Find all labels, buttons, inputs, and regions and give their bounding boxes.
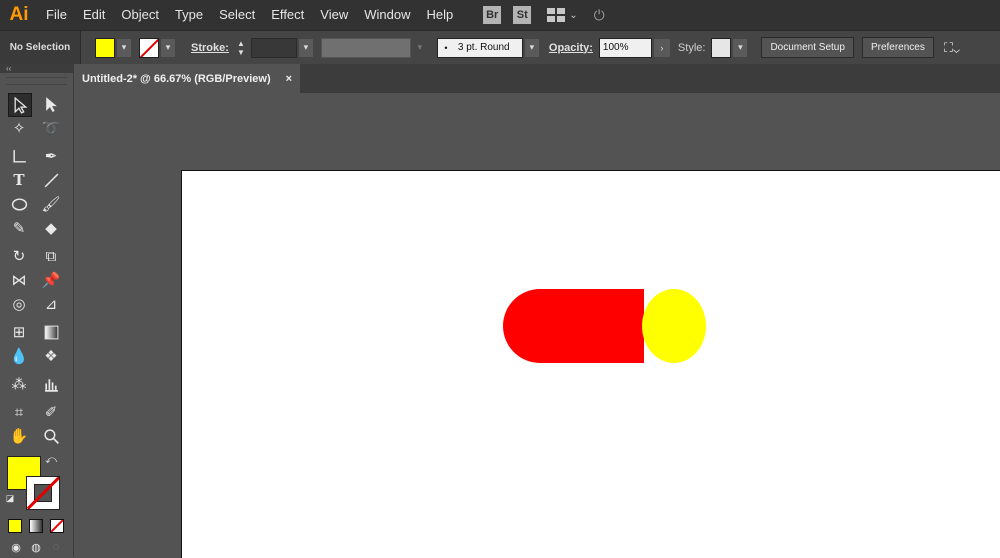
stroke-dropdown[interactable]: ▾ xyxy=(161,38,175,57)
style-dropdown[interactable]: ▾ xyxy=(733,38,748,57)
transform-options-icon[interactable]: ⛶⌄ xyxy=(944,40,960,56)
brush-definition-select[interactable]: • 3 pt. Round xyxy=(436,37,523,58)
cylinder-cap[interactable] xyxy=(642,289,706,363)
arrange-documents-icon[interactable] xyxy=(547,8,566,22)
scale-tool-icon[interactable]: ⧉ xyxy=(40,245,62,267)
stroke-weight-input[interactable] xyxy=(250,37,297,58)
default-fill-stroke-icon[interactable]: ◪ xyxy=(4,492,16,504)
pen-tool-icon[interactable]: ✒ xyxy=(40,145,62,167)
type-tool-icon[interactable]: T xyxy=(8,169,30,191)
artwork-layer xyxy=(503,289,706,363)
rotate-tool-icon[interactable]: ↻ xyxy=(8,245,30,267)
perspective-grid-tool-icon[interactable]: ⊿ xyxy=(40,293,62,315)
draw-normal-icon[interactable]: ◉ xyxy=(8,540,24,554)
artboard-tool-icon[interactable]: ⌗ xyxy=(8,401,30,423)
column-graph-tool-icon[interactable] xyxy=(40,373,62,395)
menu-edit[interactable]: Edit xyxy=(75,0,113,30)
fill-swatch[interactable] xyxy=(95,37,115,58)
style-label: Style: xyxy=(677,41,706,54)
menu-type[interactable]: Type xyxy=(167,0,211,30)
selection-status: No Selection xyxy=(0,31,81,64)
brush-value: 3 pt. Round xyxy=(457,42,510,53)
canvas-area[interactable] xyxy=(74,93,1000,558)
variable-width-dropdown[interactable]: ▾ xyxy=(413,39,427,57)
draw-behind-icon[interactable]: ◍ xyxy=(28,540,44,554)
selection-tool-icon[interactable] xyxy=(8,93,32,117)
puppet-warp-tool-icon[interactable]: 📌 xyxy=(40,269,62,291)
swap-fill-stroke-icon[interactable]: ⤺ xyxy=(44,453,58,467)
menu-view[interactable]: View xyxy=(312,0,356,30)
shape-builder-tool-icon[interactable]: ◎ xyxy=(8,293,30,315)
menu-effect[interactable]: Effect xyxy=(263,0,312,30)
chevron-down-icon[interactable]: ⌄ xyxy=(569,10,577,21)
control-bar: No Selection ▾ ▾ Stroke: ▲ ▼ ▾ ▾ • 3 pt. … xyxy=(0,30,1000,65)
symbol-sprayer-tool-icon[interactable]: ⁂ xyxy=(8,373,30,395)
direct-selection-tool-icon[interactable] xyxy=(40,93,62,115)
width-tool-icon[interactable]: ⋈ xyxy=(8,269,30,291)
draw-inside-icon[interactable]: ◌ xyxy=(48,540,64,554)
preferences-button[interactable]: Preferences xyxy=(861,37,934,58)
gradient-tool-icon[interactable] xyxy=(40,321,62,343)
slice-tool-icon[interactable]: ✐ xyxy=(40,401,62,423)
line-segment-tool-icon[interactable] xyxy=(40,169,62,191)
hand-tool-icon[interactable]: ✋ xyxy=(8,425,30,447)
menu-select[interactable]: Select xyxy=(211,0,263,30)
zoom-tool-icon[interactable] xyxy=(40,425,62,447)
ellipse-tool-icon[interactable] xyxy=(8,193,30,215)
artboard[interactable] xyxy=(181,170,1000,558)
document-tab-bar: Untitled-2* @ 66.67% (RGB/Preview) × xyxy=(74,64,1000,93)
brush-dropdown[interactable]: ▾ xyxy=(524,38,539,57)
tools-panel-collapse[interactable]: ‹‹ xyxy=(0,64,73,73)
document-setup-button[interactable]: Document Setup xyxy=(761,37,854,58)
eraser-tool-icon[interactable]: ◆ xyxy=(40,217,62,239)
menu-help[interactable]: Help xyxy=(418,0,461,30)
none-mode-button[interactable] xyxy=(50,519,64,533)
mesh-tool-icon[interactable]: ⊞ xyxy=(8,321,30,343)
stroke-color-swatch[interactable] xyxy=(26,476,60,510)
tools-panel: ‹‹ ✧ ➰ ✒ T 🖌 ✎ ◆ ↻ ⧉ ⋈ 📌 ◎ ⊿ ⊞ 💧 ❖ ⁂ ⌗ ✐… xyxy=(0,64,74,557)
stroke-swatch[interactable] xyxy=(139,37,159,58)
cylinder-body[interactable] xyxy=(503,289,644,363)
opacity-slider-toggle[interactable]: › xyxy=(653,38,670,57)
menu-bar: Ai File Edit Object Type Select Effect V… xyxy=(0,0,1000,30)
menu-object[interactable]: Object xyxy=(113,0,167,30)
close-icon[interactable]: × xyxy=(286,73,292,85)
magic-wand-tool-icon[interactable]: ✧ xyxy=(8,117,30,139)
stroke-weight-dropdown[interactable]: ▾ xyxy=(298,38,313,57)
stroke-label[interactable]: Stroke: xyxy=(191,42,229,54)
stroke-weight-stepper[interactable]: ▲ ▼ xyxy=(235,37,247,59)
menu-file[interactable]: File xyxy=(38,0,75,30)
variable-width-profile[interactable] xyxy=(320,37,411,58)
blend-tool-icon[interactable]: ❖ xyxy=(40,345,62,367)
lasso-tool-icon[interactable]: ➰ xyxy=(40,117,62,139)
bridge-icon[interactable]: Br xyxy=(483,6,502,24)
opacity-label[interactable]: Opacity: xyxy=(549,42,593,54)
curvature-tool-icon[interactable] xyxy=(8,145,30,167)
eyedropper-tool-icon[interactable]: 💧 xyxy=(8,345,30,367)
brush-dot-icon: • xyxy=(444,42,448,53)
stock-icon[interactable]: St xyxy=(513,6,532,24)
menu-window[interactable]: Window xyxy=(356,0,418,30)
paintbrush-tool-icon[interactable]: 🖌 xyxy=(40,193,62,215)
graphic-style-swatch[interactable] xyxy=(711,37,732,58)
color-mode-button[interactable] xyxy=(8,519,22,533)
shaper-tool-icon[interactable]: ✎ xyxy=(8,217,30,239)
document-tab-title: Untitled-2* @ 66.67% (RGB/Preview) xyxy=(82,72,271,85)
gpu-performance-icon[interactable]: ⏻ xyxy=(594,7,605,24)
document-tab[interactable]: Untitled-2* @ 66.67% (RGB/Preview) × xyxy=(74,64,300,93)
fill-dropdown[interactable]: ▾ xyxy=(117,38,131,57)
tools-panel-grip[interactable] xyxy=(6,77,67,85)
app-logo: Ai xyxy=(9,4,29,25)
opacity-input[interactable]: 100% xyxy=(598,37,652,58)
gradient-mode-button[interactable] xyxy=(29,519,43,533)
